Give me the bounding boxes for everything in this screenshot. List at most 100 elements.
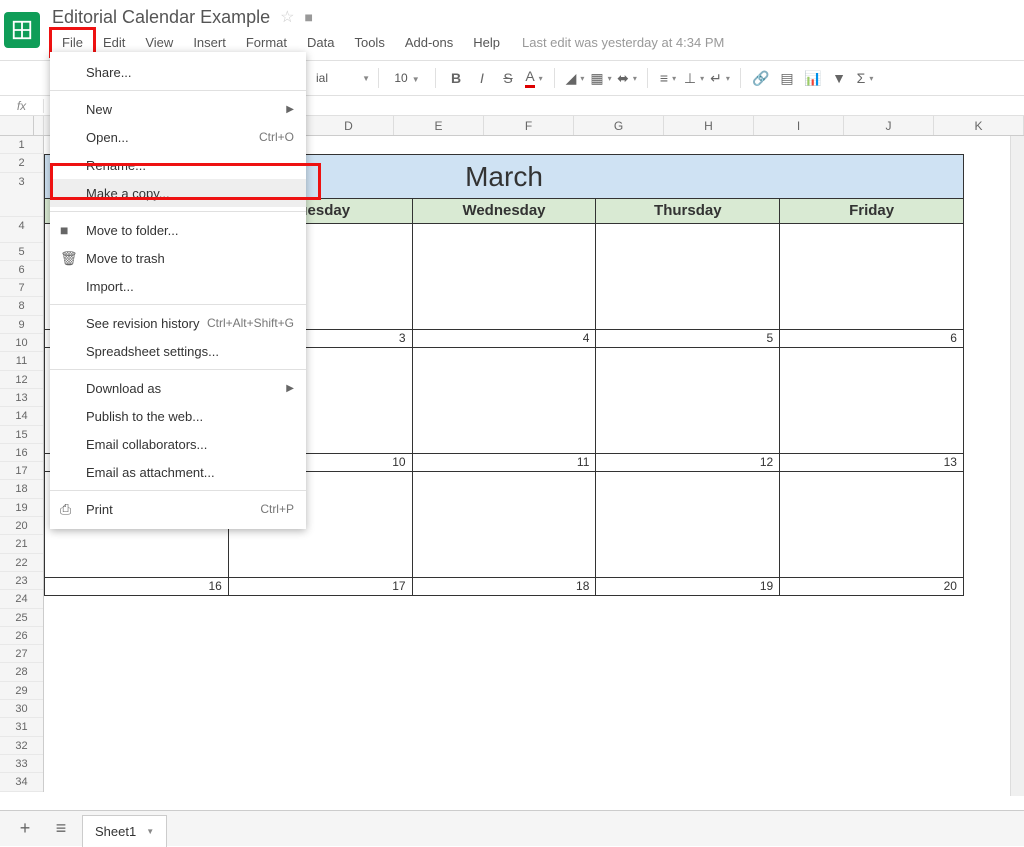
cal-cell[interactable] <box>779 472 964 578</box>
cal-cell[interactable] <box>779 348 964 454</box>
row-head[interactable]: 20 <box>0 517 43 535</box>
all-sheets-icon[interactable]: ≡ <box>46 815 76 843</box>
menu-file[interactable]: File <box>52 30 93 55</box>
menu-import[interactable]: Import... <box>50 272 306 300</box>
col-head-j[interactable]: J <box>844 116 934 135</box>
vertical-scrollbar[interactable] <box>1010 136 1024 796</box>
sheets-logo[interactable] <box>4 12 40 48</box>
cal-cell[interactable] <box>595 224 779 330</box>
row-head[interactable]: 31 <box>0 718 43 736</box>
cal-cell[interactable] <box>412 224 596 330</box>
col-head-i[interactable]: I <box>754 116 844 135</box>
row-head[interactable]: 2 <box>0 154 43 172</box>
row-head[interactable]: 15 <box>0 426 43 444</box>
wrap-icon[interactable]: ↵▾ <box>708 66 732 90</box>
functions-icon[interactable]: Σ▾ <box>853 66 877 90</box>
chart-icon[interactable]: 📊 <box>801 66 825 90</box>
row-head[interactable]: 7 <box>0 279 43 297</box>
row-head[interactable]: 11 <box>0 352 43 370</box>
menu-print[interactable]: ⎙PrintCtrl+P <box>50 495 306 523</box>
row-head[interactable]: 6 <box>0 261 43 279</box>
row-head[interactable]: 18 <box>0 480 43 498</box>
row-head[interactable]: 1 <box>0 136 43 154</box>
row-head[interactable]: 9 <box>0 316 43 334</box>
col-head-a[interactable] <box>34 116 44 135</box>
row-head[interactable]: 14 <box>0 407 43 425</box>
menu-email-collab[interactable]: Email collaborators... <box>50 430 306 458</box>
col-head-g[interactable]: G <box>574 116 664 135</box>
row-head[interactable]: 32 <box>0 737 43 755</box>
text-color-icon[interactable]: A▾ <box>522 66 546 90</box>
font-select[interactable]: ial▼ <box>310 71 370 85</box>
date-cell[interactable]: 6 <box>779 330 964 348</box>
menu-view[interactable]: View <box>135 30 183 55</box>
menu-addons[interactable]: Add-ons <box>395 30 463 55</box>
bold-icon[interactable]: B <box>444 66 468 90</box>
row-head[interactable]: 27 <box>0 645 43 663</box>
select-all-corner[interactable] <box>0 116 34 135</box>
link-icon[interactable]: 🔗 <box>749 66 773 90</box>
cal-cell[interactable] <box>595 348 779 454</box>
date-cell[interactable]: 4 <box>412 330 596 348</box>
date-cell[interactable]: 11 <box>412 454 596 472</box>
menu-email-attach[interactable]: Email as attachment... <box>50 458 306 486</box>
row-head[interactable]: 33 <box>0 755 43 773</box>
col-head-f[interactable]: F <box>484 116 574 135</box>
date-cell[interactable]: 13 <box>779 454 964 472</box>
row-head[interactable]: 23 <box>0 572 43 590</box>
filter-icon[interactable]: ▼ <box>827 66 851 90</box>
date-cell[interactable]: 17 <box>228 578 412 596</box>
row-head[interactable]: 12 <box>0 371 43 389</box>
menu-share[interactable]: Share... <box>50 58 306 86</box>
date-cell[interactable]: 5 <box>595 330 779 348</box>
row-head[interactable]: 26 <box>0 627 43 645</box>
menu-data[interactable]: Data <box>297 30 344 55</box>
menu-make-copy[interactable]: Make a copy... <box>50 179 306 207</box>
star-icon[interactable]: ☆ <box>280 7 294 27</box>
row-head[interactable]: 24 <box>0 590 43 608</box>
menu-settings[interactable]: Spreadsheet settings... <box>50 337 306 365</box>
menu-insert[interactable]: Insert <box>183 30 236 55</box>
row-head[interactable]: 22 <box>0 554 43 572</box>
row-head[interactable]: 10 <box>0 334 43 352</box>
sheet-tab-1[interactable]: Sheet1▼ <box>82 815 167 847</box>
font-size[interactable]: 10▼ <box>387 71 427 85</box>
cal-cell[interactable] <box>412 472 596 578</box>
date-cell[interactable]: 19 <box>595 578 779 596</box>
italic-icon[interactable]: I <box>470 66 494 90</box>
doc-title[interactable]: Editorial Calendar Example <box>52 7 270 28</box>
strike-icon[interactable]: S <box>496 66 520 90</box>
row-head[interactable]: 28 <box>0 663 43 681</box>
cal-cell[interactable] <box>595 472 779 578</box>
row-head[interactable]: 25 <box>0 609 43 627</box>
menu-edit[interactable]: Edit <box>93 30 135 55</box>
cal-cell[interactable] <box>412 348 596 454</box>
menu-move-folder[interactable]: ■Move to folder... <box>50 216 306 244</box>
row-head[interactable]: 17 <box>0 462 43 480</box>
col-head-e[interactable]: E <box>394 116 484 135</box>
menu-open[interactable]: Open...Ctrl+O <box>50 123 306 151</box>
row-head[interactable]: 8 <box>0 297 43 315</box>
borders-icon[interactable]: ▦▾ <box>589 66 613 90</box>
last-edit-text[interactable]: Last edit was yesterday at 4:34 PM <box>522 35 724 50</box>
valign-icon[interactable]: ⊥▾ <box>682 66 706 90</box>
row-head[interactable]: 5 <box>0 243 43 261</box>
comment-icon[interactable]: ▤ <box>775 66 799 90</box>
row-head[interactable]: 13 <box>0 389 43 407</box>
merge-icon[interactable]: ⬌▾ <box>615 66 639 90</box>
menu-publish[interactable]: Publish to the web... <box>50 402 306 430</box>
row-head[interactable]: 29 <box>0 682 43 700</box>
date-cell[interactable]: 20 <box>779 578 964 596</box>
date-cell[interactable]: 16 <box>44 578 228 596</box>
col-head-h[interactable]: H <box>664 116 754 135</box>
folder-icon[interactable]: ■ <box>304 9 312 25</box>
menu-download[interactable]: Download as▶ <box>50 374 306 402</box>
date-cell[interactable]: 18 <box>412 578 596 596</box>
cal-cell[interactable] <box>779 224 964 330</box>
row-head[interactable]: 21 <box>0 535 43 553</box>
col-head-k[interactable]: K <box>934 116 1024 135</box>
menu-new[interactable]: New▶ <box>50 95 306 123</box>
menu-rename[interactable]: Rename... <box>50 151 306 179</box>
menu-format[interactable]: Format <box>236 30 297 55</box>
fill-color-icon[interactable]: ◢▾ <box>563 66 587 90</box>
